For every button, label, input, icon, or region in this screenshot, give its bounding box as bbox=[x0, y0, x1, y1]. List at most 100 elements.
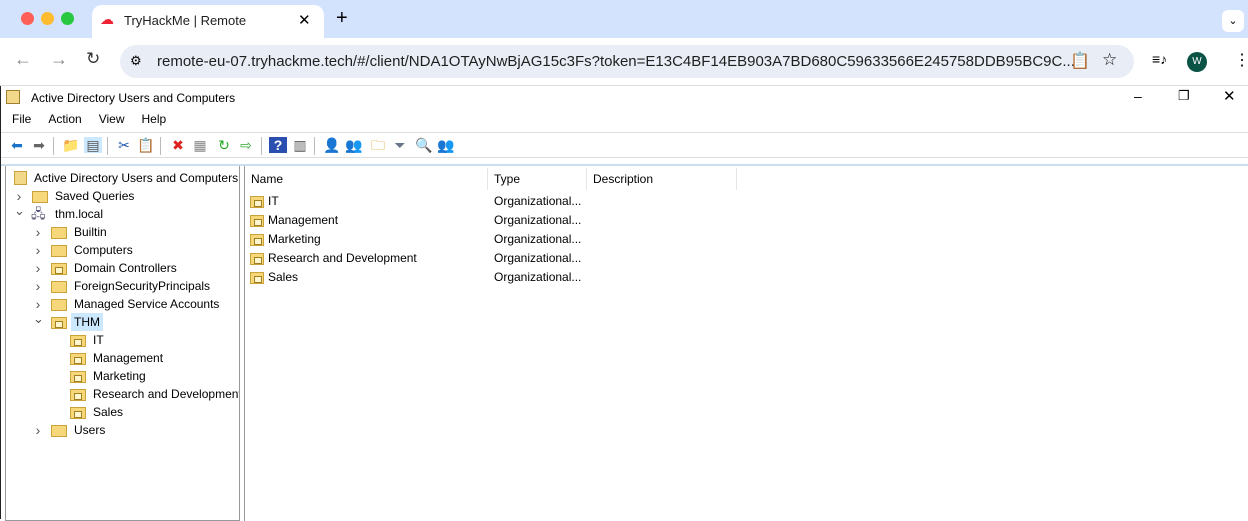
row-type: Organizational... bbox=[494, 251, 582, 265]
address-bar[interactable]: ⚙ remote-eu-07.tryhackme.tech/#/client/N… bbox=[120, 45, 1134, 78]
tree-item-label: THM bbox=[71, 313, 103, 331]
tree-item-label: Marketing bbox=[93, 369, 146, 383]
tree-item[interactable]: Management bbox=[52, 349, 239, 367]
new-user-icon[interactable]: 👤 bbox=[323, 137, 341, 153]
refresh-icon[interactable]: ↻ bbox=[215, 137, 233, 153]
cut-icon[interactable]: ✂ bbox=[115, 137, 133, 153]
tree-item[interactable]: › Computers bbox=[33, 241, 239, 259]
minimize-button[interactable]: – bbox=[1134, 88, 1142, 104]
browser-tab[interactable]: ☁ TryHackMe | Remote ✕ bbox=[92, 5, 324, 38]
reload-button[interactable]: ↻ bbox=[86, 49, 100, 69]
chevron-down-icon[interactable]: ⌄ bbox=[33, 310, 44, 328]
up-folder-icon[interactable]: 📁 bbox=[62, 137, 80, 153]
tree-item[interactable]: ⌄ THM bbox=[33, 310, 239, 331]
close-tab-icon[interactable]: ✕ bbox=[298, 11, 311, 29]
ou-folder-icon bbox=[70, 389, 86, 401]
close-window-button[interactable] bbox=[21, 12, 34, 25]
toolbar: ⬅ ➡ 📁 ▤ ✂ 📋 ✖ ▦ ↻ ⇨? ▥ 👤 👥 🗀 ⏷ 🔍 👥 bbox=[1, 132, 1248, 158]
properties-icon[interactable]: ▦ bbox=[191, 137, 209, 153]
chevron-right-icon[interactable]: › bbox=[33, 421, 43, 439]
tree-item[interactable]: › Builtin bbox=[33, 223, 239, 241]
profile-avatar[interactable]: W bbox=[1187, 52, 1207, 72]
filter-icon[interactable]: ⏷ bbox=[391, 137, 409, 153]
back-icon[interactable]: ⬅ bbox=[8, 137, 26, 153]
tree-item[interactable]: › Domain Controllers bbox=[33, 259, 239, 277]
bookmark-star-icon[interactable]: ☆ bbox=[1102, 50, 1117, 70]
menu-help[interactable]: Help bbox=[142, 112, 167, 126]
tab-search-button[interactable]: ⌄ bbox=[1222, 10, 1244, 32]
delegate-control-icon[interactable]: 👥 bbox=[437, 137, 455, 153]
ou-folder-icon bbox=[70, 335, 86, 347]
list-row[interactable]: Management Organizational... bbox=[245, 211, 845, 230]
browser-tab-bar: ☁ TryHackMe | Remote ✕ + ⌄ bbox=[0, 0, 1248, 38]
ou-folder-icon bbox=[70, 371, 86, 383]
chevron-right-icon[interactable]: › bbox=[33, 277, 43, 295]
tree-item-label: IT bbox=[93, 333, 104, 347]
toolbar-separator bbox=[261, 137, 262, 155]
chevron-right-icon[interactable]: › bbox=[33, 259, 43, 277]
new-group-icon[interactable]: 👥 bbox=[345, 137, 363, 153]
toolbar-separator bbox=[107, 137, 108, 155]
forward-icon[interactable]: ➡ bbox=[30, 137, 48, 153]
new-tab-button[interactable]: + bbox=[336, 7, 348, 30]
media-control-icon[interactable]: ≡♪ bbox=[1152, 51, 1167, 67]
delete-icon[interactable]: ✖ bbox=[169, 137, 187, 153]
menu-file[interactable]: File bbox=[12, 112, 31, 126]
folder-icon bbox=[32, 191, 48, 203]
tree-item[interactable]: › Users bbox=[33, 421, 239, 439]
forward-button[interactable]: → bbox=[50, 49, 68, 70]
row-name: Research and Development bbox=[268, 251, 417, 265]
close-button[interactable]: ✕ bbox=[1223, 87, 1236, 105]
ou-folder-icon bbox=[70, 407, 86, 419]
help-icon[interactable]: ? bbox=[269, 137, 287, 153]
column-header-name[interactable]: Name bbox=[245, 168, 488, 190]
paste-icon[interactable]: 📋 bbox=[137, 137, 155, 153]
new-ou-icon[interactable]: 🗀 bbox=[369, 137, 387, 153]
column-header-type[interactable]: Type bbox=[488, 168, 587, 190]
restore-button[interactable]: ❐ bbox=[1178, 88, 1190, 104]
menu-bar: File Action View Help bbox=[12, 112, 166, 126]
tree-item[interactable]: IT bbox=[52, 331, 239, 349]
chevron-right-icon[interactable]: › bbox=[33, 241, 43, 259]
show-hide-console-tree-icon[interactable]: ▤ bbox=[84, 137, 102, 153]
tree-item[interactable]: ⌄ 🖧 thm.local bbox=[14, 202, 239, 223]
chevron-right-icon[interactable]: › bbox=[33, 223, 43, 241]
tree-item-label: Builtin bbox=[74, 225, 107, 239]
ou-folder-icon bbox=[51, 263, 67, 275]
menu-kebab-icon[interactable]: ⋮ bbox=[1234, 50, 1248, 70]
url-text[interactable]: remote-eu-07.tryhackme.tech/#/client/NDA… bbox=[157, 53, 1075, 70]
menu-action[interactable]: Action bbox=[48, 112, 81, 126]
list-row[interactable]: Sales Organizational... bbox=[245, 268, 845, 287]
maximize-window-button[interactable] bbox=[61, 12, 74, 25]
clipboard-icon[interactable]: 📋 bbox=[1070, 51, 1090, 71]
toolbar-separator bbox=[160, 137, 161, 155]
tree-item[interactable]: › Saved Queries bbox=[14, 187, 239, 205]
tree-item[interactable]: Sales bbox=[52, 403, 239, 421]
site-settings-icon[interactable]: ⚙ bbox=[130, 53, 142, 69]
find-icon[interactable]: 🔍 bbox=[415, 137, 433, 153]
row-type: Organizational... bbox=[494, 194, 582, 208]
tree-item[interactable]: Marketing bbox=[52, 367, 239, 385]
back-button[interactable]: ← bbox=[14, 49, 32, 70]
minimize-window-button[interactable] bbox=[41, 12, 54, 25]
chevron-down-icon[interactable]: ⌄ bbox=[14, 202, 25, 220]
tree-item-label: thm.local bbox=[55, 207, 104, 221]
tree-item-label: Computers bbox=[74, 243, 133, 257]
row-name: IT bbox=[268, 194, 279, 208]
column-header-description[interactable]: Description bbox=[587, 168, 737, 190]
list-row[interactable]: Research and Development Organizational..… bbox=[245, 249, 845, 268]
tree-item-label: Research and Development bbox=[93, 387, 240, 401]
tree-item[interactable]: Research and Development bbox=[52, 385, 240, 403]
menu-view[interactable]: View bbox=[99, 112, 125, 126]
address-toolbar: ← → ↻ ⚙ remote-eu-07.tryhackme.tech/#/cl… bbox=[0, 38, 1248, 86]
tree-item[interactable]: › Managed Service Accounts bbox=[33, 295, 239, 313]
tree-item-label: Managed Service Accounts bbox=[74, 297, 220, 311]
ou-folder-icon bbox=[250, 215, 264, 227]
tab-title: TryHackMe | Remote bbox=[124, 13, 247, 28]
list-row[interactable]: IT Organizational... bbox=[245, 192, 845, 211]
list-row[interactable]: Marketing Organizational... bbox=[245, 230, 845, 249]
folder-icon bbox=[51, 281, 67, 293]
tree-item[interactable]: › ForeignSecurityPrincipals bbox=[33, 277, 239, 295]
export-list-icon[interactable]: ⇨ bbox=[237, 137, 255, 153]
action-pane-icon[interactable]: ▥ bbox=[291, 137, 309, 153]
